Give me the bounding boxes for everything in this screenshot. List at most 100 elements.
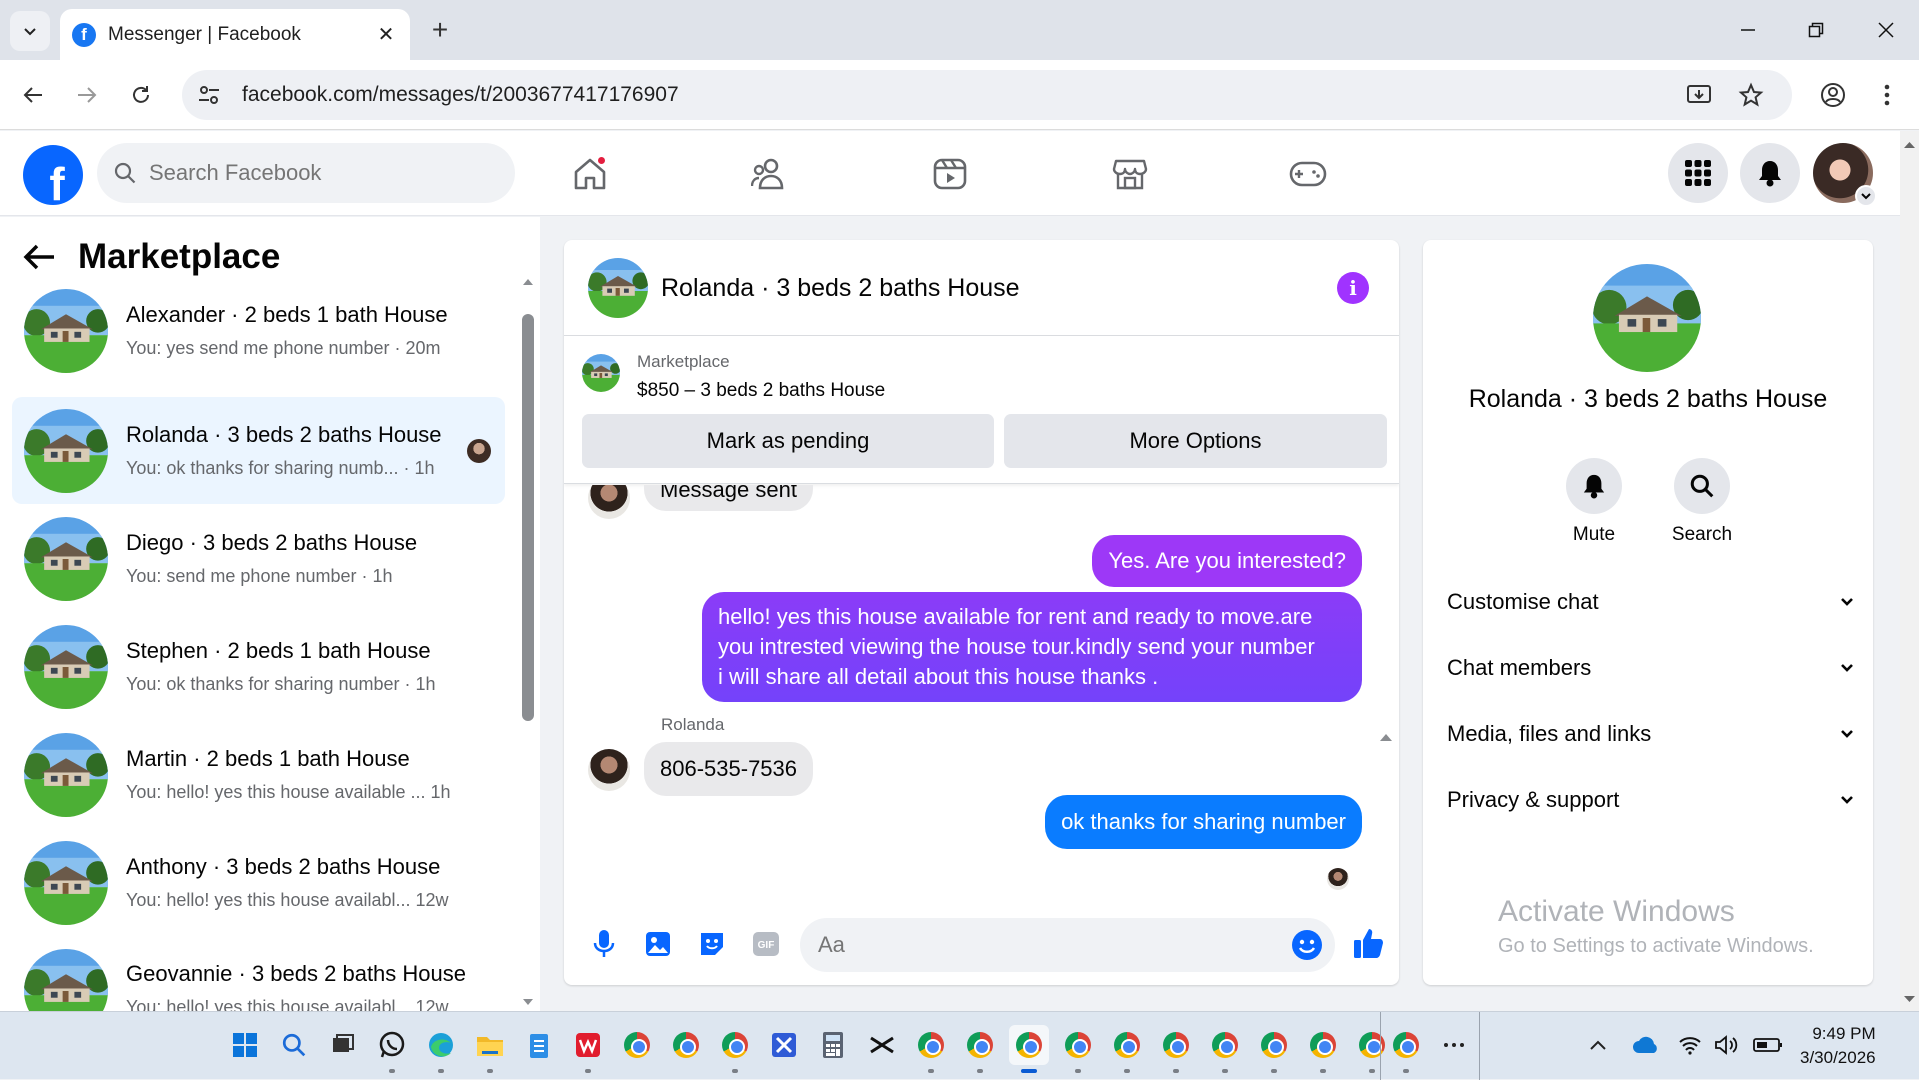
conversation-item[interactable]: Alexander · 2 beds 1 bath House You: yes … — [12, 277, 505, 384]
reload-button[interactable] — [124, 78, 158, 112]
chrome-taskbar[interactable] — [1254, 1025, 1294, 1073]
listing-thumbnail — [24, 625, 108, 709]
page-scrollbar[interactable] — [1900, 131, 1919, 1011]
conversation-item[interactable]: Stephen · 2 beds 1 bath House You: ok tha… — [12, 613, 505, 720]
search-icon — [114, 162, 136, 184]
nav-friends[interactable] — [720, 141, 820, 206]
start-button[interactable] — [225, 1025, 265, 1065]
gif-button[interactable]: GIF — [748, 926, 784, 962]
back-arrow-icon[interactable] — [22, 242, 56, 272]
chrome-taskbar[interactable] — [911, 1025, 951, 1073]
nav-marketplace[interactable] — [1080, 141, 1180, 206]
listing-thumbnail[interactable] — [582, 354, 620, 392]
chat-members-row[interactable]: Chat members — [1447, 643, 1855, 693]
emoji-icon[interactable] — [1291, 929, 1323, 961]
running-indicator — [1271, 1069, 1277, 1073]
conversation-item[interactable]: Martin · 2 beds 1 bath House You: hello! … — [12, 721, 505, 828]
conversation-item-active[interactable]: Rolanda · 3 beds 2 baths House You: ok th… — [12, 397, 505, 504]
volume-tray[interactable] — [1708, 1025, 1744, 1065]
back-button[interactable] — [16, 78, 50, 112]
more-apps-button[interactable] — [1434, 1025, 1474, 1065]
close-tab-button[interactable]: ✕ — [372, 21, 400, 49]
chrome-taskbar[interactable] — [1303, 1025, 1343, 1073]
notepad-taskbar[interactable] — [519, 1025, 559, 1065]
privacy-support-row[interactable]: Privacy & support — [1447, 775, 1855, 825]
profile-button[interactable] — [1816, 78, 1850, 112]
edge-taskbar[interactable] — [421, 1025, 461, 1073]
message-input[interactable] — [818, 932, 1291, 958]
message-input-box[interactable] — [800, 918, 1335, 972]
nav-gaming[interactable] — [1258, 141, 1358, 206]
conversation-item[interactable]: Geovannie · 3 beds 2 baths House You: hel… — [12, 937, 505, 1011]
running-indicator — [1369, 1069, 1375, 1073]
app-taskbar[interactable] — [764, 1025, 804, 1065]
capcut-taskbar[interactable] — [862, 1025, 902, 1065]
scroll-up-arrow-icon[interactable] — [1379, 731, 1393, 743]
browser-menu-button[interactable] — [1870, 78, 1904, 112]
install-app-icon[interactable] — [1686, 82, 1712, 108]
restore-icon — [1808, 22, 1824, 38]
minimize-button[interactable] — [1728, 12, 1768, 48]
media-files-links-row[interactable]: Media, files and links — [1447, 709, 1855, 759]
system-clock[interactable]: 9:49 PM 3/30/2026 — [1800, 1022, 1876, 1070]
close-window-button[interactable] — [1866, 12, 1906, 48]
address-bar[interactable]: facebook.com/messages/t/2003677417176907 — [182, 70, 1792, 120]
chrome-taskbar[interactable] — [617, 1025, 657, 1065]
tab-search-button[interactable] — [10, 11, 50, 51]
wifi-tray[interactable] — [1672, 1025, 1708, 1065]
whatsapp-taskbar[interactable] — [372, 1025, 412, 1073]
file-explorer-taskbar[interactable] — [470, 1025, 510, 1073]
chrome-taskbar-active[interactable] — [1009, 1025, 1049, 1073]
conversation-item[interactable]: Diego · 3 beds 2 baths House You: send me… — [12, 505, 505, 612]
url-text[interactable]: facebook.com/messages/t/2003677417176907 — [242, 83, 1686, 107]
conversation-item[interactable]: Anthony · 3 beds 2 baths House You: hello… — [12, 829, 505, 936]
listing-thumbnail — [24, 949, 108, 1011]
chrome-taskbar[interactable] — [715, 1025, 755, 1073]
task-view-button[interactable] — [323, 1025, 363, 1065]
info-icon[interactable]: i — [1337, 272, 1369, 304]
new-tab-button[interactable]: + — [424, 14, 456, 46]
taskbar-search-button[interactable] — [274, 1025, 314, 1065]
notifications-button[interactable] — [1740, 143, 1800, 203]
chrome-taskbar[interactable] — [1107, 1025, 1147, 1073]
chrome-taskbar[interactable] — [1058, 1025, 1098, 1073]
voice-clip-button[interactable] — [586, 926, 622, 962]
search-conversation-button[interactable]: Search — [1657, 458, 1747, 546]
calculator-taskbar[interactable] — [813, 1025, 853, 1065]
bookmark-star-icon[interactable] — [1738, 82, 1764, 108]
app-icon — [772, 1033, 796, 1057]
browser-tab[interactable]: f Messenger | Facebook ✕ — [60, 9, 410, 60]
facebook-search-box[interactable] — [97, 143, 515, 203]
chrome-taskbar[interactable] — [1386, 1025, 1426, 1073]
sticker-button[interactable] — [694, 926, 730, 962]
attach-photo-button[interactable] — [640, 926, 676, 962]
listing-source: Marketplace — [637, 352, 730, 371]
chat-title[interactable]: Rolanda · 3 beds 2 baths House — [661, 274, 1020, 303]
restore-button[interactable] — [1796, 12, 1836, 48]
chrome-taskbar[interactable] — [1156, 1025, 1196, 1073]
customise-chat-row[interactable]: Customise chat — [1447, 577, 1855, 627]
battery-tray[interactable] — [1748, 1025, 1788, 1065]
like-button[interactable] — [1349, 923, 1389, 963]
chat-thumbnail[interactable] — [588, 258, 648, 318]
show-hidden-icons-button[interactable] — [1578, 1025, 1618, 1065]
speaker-icon — [1715, 1035, 1738, 1055]
search-input[interactable] — [149, 160, 489, 186]
mute-button[interactable]: Mute — [1549, 458, 1639, 546]
scrollbar-thumb[interactable] — [522, 314, 534, 721]
listing-price[interactable]: $850 – 3 beds 2 baths House — [637, 380, 885, 402]
mark-as-pending-button[interactable]: Mark as pending — [582, 414, 994, 468]
facebook-logo[interactable]: f — [23, 145, 83, 205]
chrome-taskbar[interactable] — [960, 1025, 1000, 1073]
forward-button[interactable] — [70, 78, 104, 112]
nav-home[interactable] — [540, 141, 640, 206]
browser-tab-strip: f Messenger | Facebook ✕ + — [0, 0, 1919, 60]
chrome-taskbar[interactable] — [1205, 1025, 1245, 1073]
onedrive-tray[interactable] — [1626, 1025, 1666, 1065]
wps-office-taskbar[interactable] — [568, 1025, 608, 1073]
nav-video[interactable] — [900, 141, 1000, 206]
more-options-button[interactable]: More Options — [1004, 414, 1387, 468]
menu-button[interactable] — [1668, 143, 1728, 203]
account-avatar[interactable] — [1813, 143, 1877, 207]
chrome-taskbar[interactable] — [666, 1025, 706, 1065]
